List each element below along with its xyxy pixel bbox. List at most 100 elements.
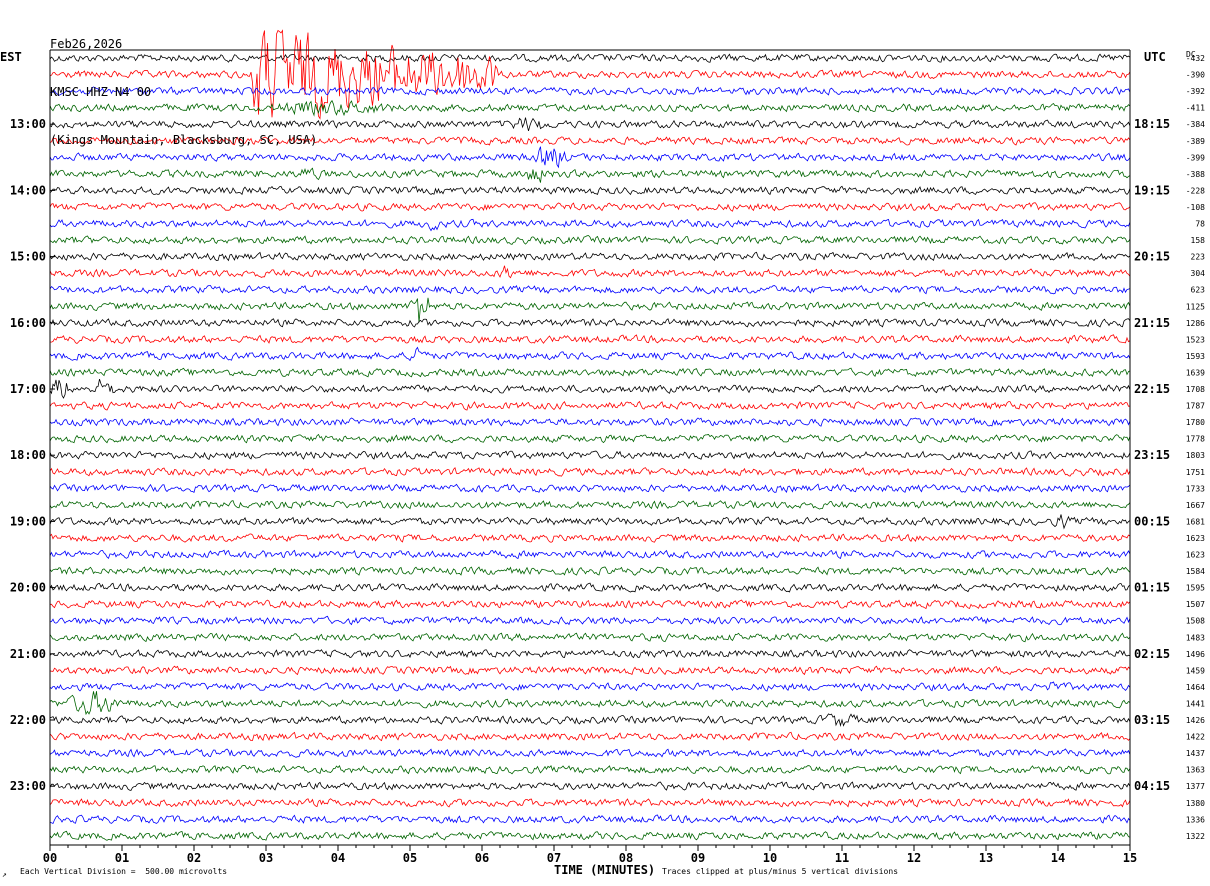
left-hour-label: 15:00	[10, 250, 46, 264]
dc-offset-label: 1496	[1186, 650, 1205, 659]
dc-offset-label: 1708	[1186, 385, 1205, 394]
header-station: KMSC HHZ N4 00	[50, 85, 152, 99]
seismic-trace	[49, 483, 1131, 494]
dc-offset-label: 1623	[1186, 534, 1205, 543]
x-tick-label: 13	[979, 851, 993, 865]
dc-offset-label: 1380	[1186, 799, 1205, 808]
dc-offset-label: 1459	[1186, 666, 1205, 675]
x-tick-label: 03	[259, 851, 273, 865]
seismic-trace	[49, 378, 1131, 399]
seismic-trace	[49, 433, 1131, 444]
header-block: Feb26,2026 KMSC HHZ N4 00 (Kings Mountai…	[50, 4, 317, 164]
dc-offset-label: 1593	[1186, 352, 1205, 361]
right-hour-label: 03:15	[1134, 713, 1170, 727]
seismic-trace	[49, 185, 1131, 196]
x-tick-label: 00	[43, 851, 57, 865]
seismic-trace	[49, 748, 1131, 758]
dc-offset-label: 1623	[1186, 551, 1205, 560]
seismic-trace	[49, 691, 1131, 716]
dc-offset-label: -411	[1186, 104, 1205, 113]
right-hour-label: 19:15	[1134, 183, 1170, 197]
dc-offset-label: -388	[1186, 170, 1205, 179]
dc-offset-label: -389	[1186, 137, 1205, 146]
seismic-trace	[49, 400, 1131, 411]
dc-offset-label: 1639	[1186, 368, 1205, 377]
x-tick-label: 05	[403, 851, 417, 865]
seismic-trace	[49, 566, 1131, 576]
dc-offset-label: 1667	[1186, 501, 1205, 510]
x-tick-label: 01	[115, 851, 129, 865]
x-tick-label: 10	[763, 851, 777, 865]
dc-offset-label: 1778	[1186, 435, 1205, 444]
x-tick-label: 06	[475, 851, 489, 865]
seismic-trace	[49, 649, 1131, 659]
left-hour-label: 19:00	[10, 514, 46, 528]
right-hour-label: 23:15	[1134, 448, 1170, 462]
header-date: Feb26,2026	[50, 37, 123, 51]
left-hour-label: 17:00	[10, 382, 46, 396]
dc-offset-label: 304	[1191, 269, 1206, 278]
right-hour-label: 04:15	[1134, 779, 1170, 793]
left-hour-label: 18:00	[10, 448, 46, 462]
right-hour-label: 20:15	[1134, 250, 1170, 264]
dc-offset-label: 1464	[1186, 683, 1205, 692]
dc-offset-label: 1523	[1186, 335, 1205, 344]
seismic-trace	[49, 582, 1131, 593]
dc-offset-label: 1422	[1186, 733, 1205, 742]
dc-offset-label: -228	[1186, 186, 1205, 195]
seismic-trace	[49, 713, 1131, 727]
seismic-trace	[49, 265, 1131, 279]
dc-offset-label: 1441	[1186, 699, 1205, 708]
seismic-trace	[49, 681, 1131, 692]
left-hour-labels: 13:00 14:00 15:00 16:00 17:00 18:00 19:00 20:00…	[10, 117, 55, 793]
x-axis-label: TIME (MINUTES)	[554, 863, 656, 877]
seismic-trace	[49, 467, 1131, 477]
left-hour-label: 20:00	[10, 581, 46, 595]
dc-offset-label: 1508	[1186, 617, 1205, 626]
seismic-trace	[49, 814, 1131, 825]
dc-offset-label: 1507	[1186, 600, 1205, 609]
seismic-trace	[49, 781, 1131, 791]
left-hour-label: 13:00	[10, 117, 46, 131]
seismic-trace	[49, 285, 1131, 295]
dc-offset-label: -392	[1186, 87, 1205, 96]
seismic-trace	[50, 599, 1131, 610]
seismic-trace	[49, 514, 1131, 530]
seismic-trace	[49, 318, 1131, 328]
dc-offset-label: 223	[1191, 253, 1206, 262]
left-hour-label: 14:00	[10, 183, 46, 197]
x-tick-label: 15	[1123, 851, 1137, 865]
left-timezone-label: EST	[0, 50, 22, 64]
dc-offset-label: 1595	[1186, 584, 1205, 593]
dc-offset-label: 1584	[1186, 567, 1205, 576]
left-hour-label: 23:00	[10, 779, 46, 793]
seismic-trace	[49, 251, 1131, 262]
seismic-trace	[49, 235, 1131, 245]
dc-offset-label: -384	[1186, 120, 1205, 129]
seismic-trace	[49, 533, 1131, 543]
seismic-trace	[49, 731, 1131, 742]
x-tick-label: 02	[187, 851, 201, 865]
seismic-trace	[49, 417, 1131, 427]
left-hour-label: 21:00	[10, 647, 46, 661]
dc-offset-label: 1787	[1186, 402, 1205, 411]
x-tick-label: 09	[691, 851, 705, 865]
right-hour-label: 00:15	[1134, 514, 1170, 528]
x-axis-ticks: 00 01 02 03 04 05 06 07 08 09 10 11 12 13 14 15	[43, 845, 1137, 865]
seismic-trace	[49, 346, 1131, 362]
dc-offset-label: 1751	[1186, 468, 1205, 477]
dc-offset-label: 1322	[1186, 832, 1205, 841]
seismic-trace	[49, 798, 1131, 808]
seismic-trace	[49, 500, 1131, 510]
seismic-trace	[49, 334, 1131, 344]
dc-offset-label: 1336	[1186, 815, 1205, 824]
x-tick-label: 12	[907, 851, 921, 865]
seismic-trace	[49, 632, 1131, 643]
seismic-trace	[49, 549, 1131, 560]
dc-offset-label: 1286	[1186, 319, 1205, 328]
x-tick-label: 14	[1051, 851, 1065, 865]
left-hour-label: 22:00	[10, 713, 46, 727]
dc-offset-label: 1483	[1186, 633, 1205, 642]
dc-offset-label: -390	[1186, 71, 1205, 80]
dc-offset-labels: -432-390-392-411-384-389-399-388-228-108…	[1186, 54, 1205, 841]
